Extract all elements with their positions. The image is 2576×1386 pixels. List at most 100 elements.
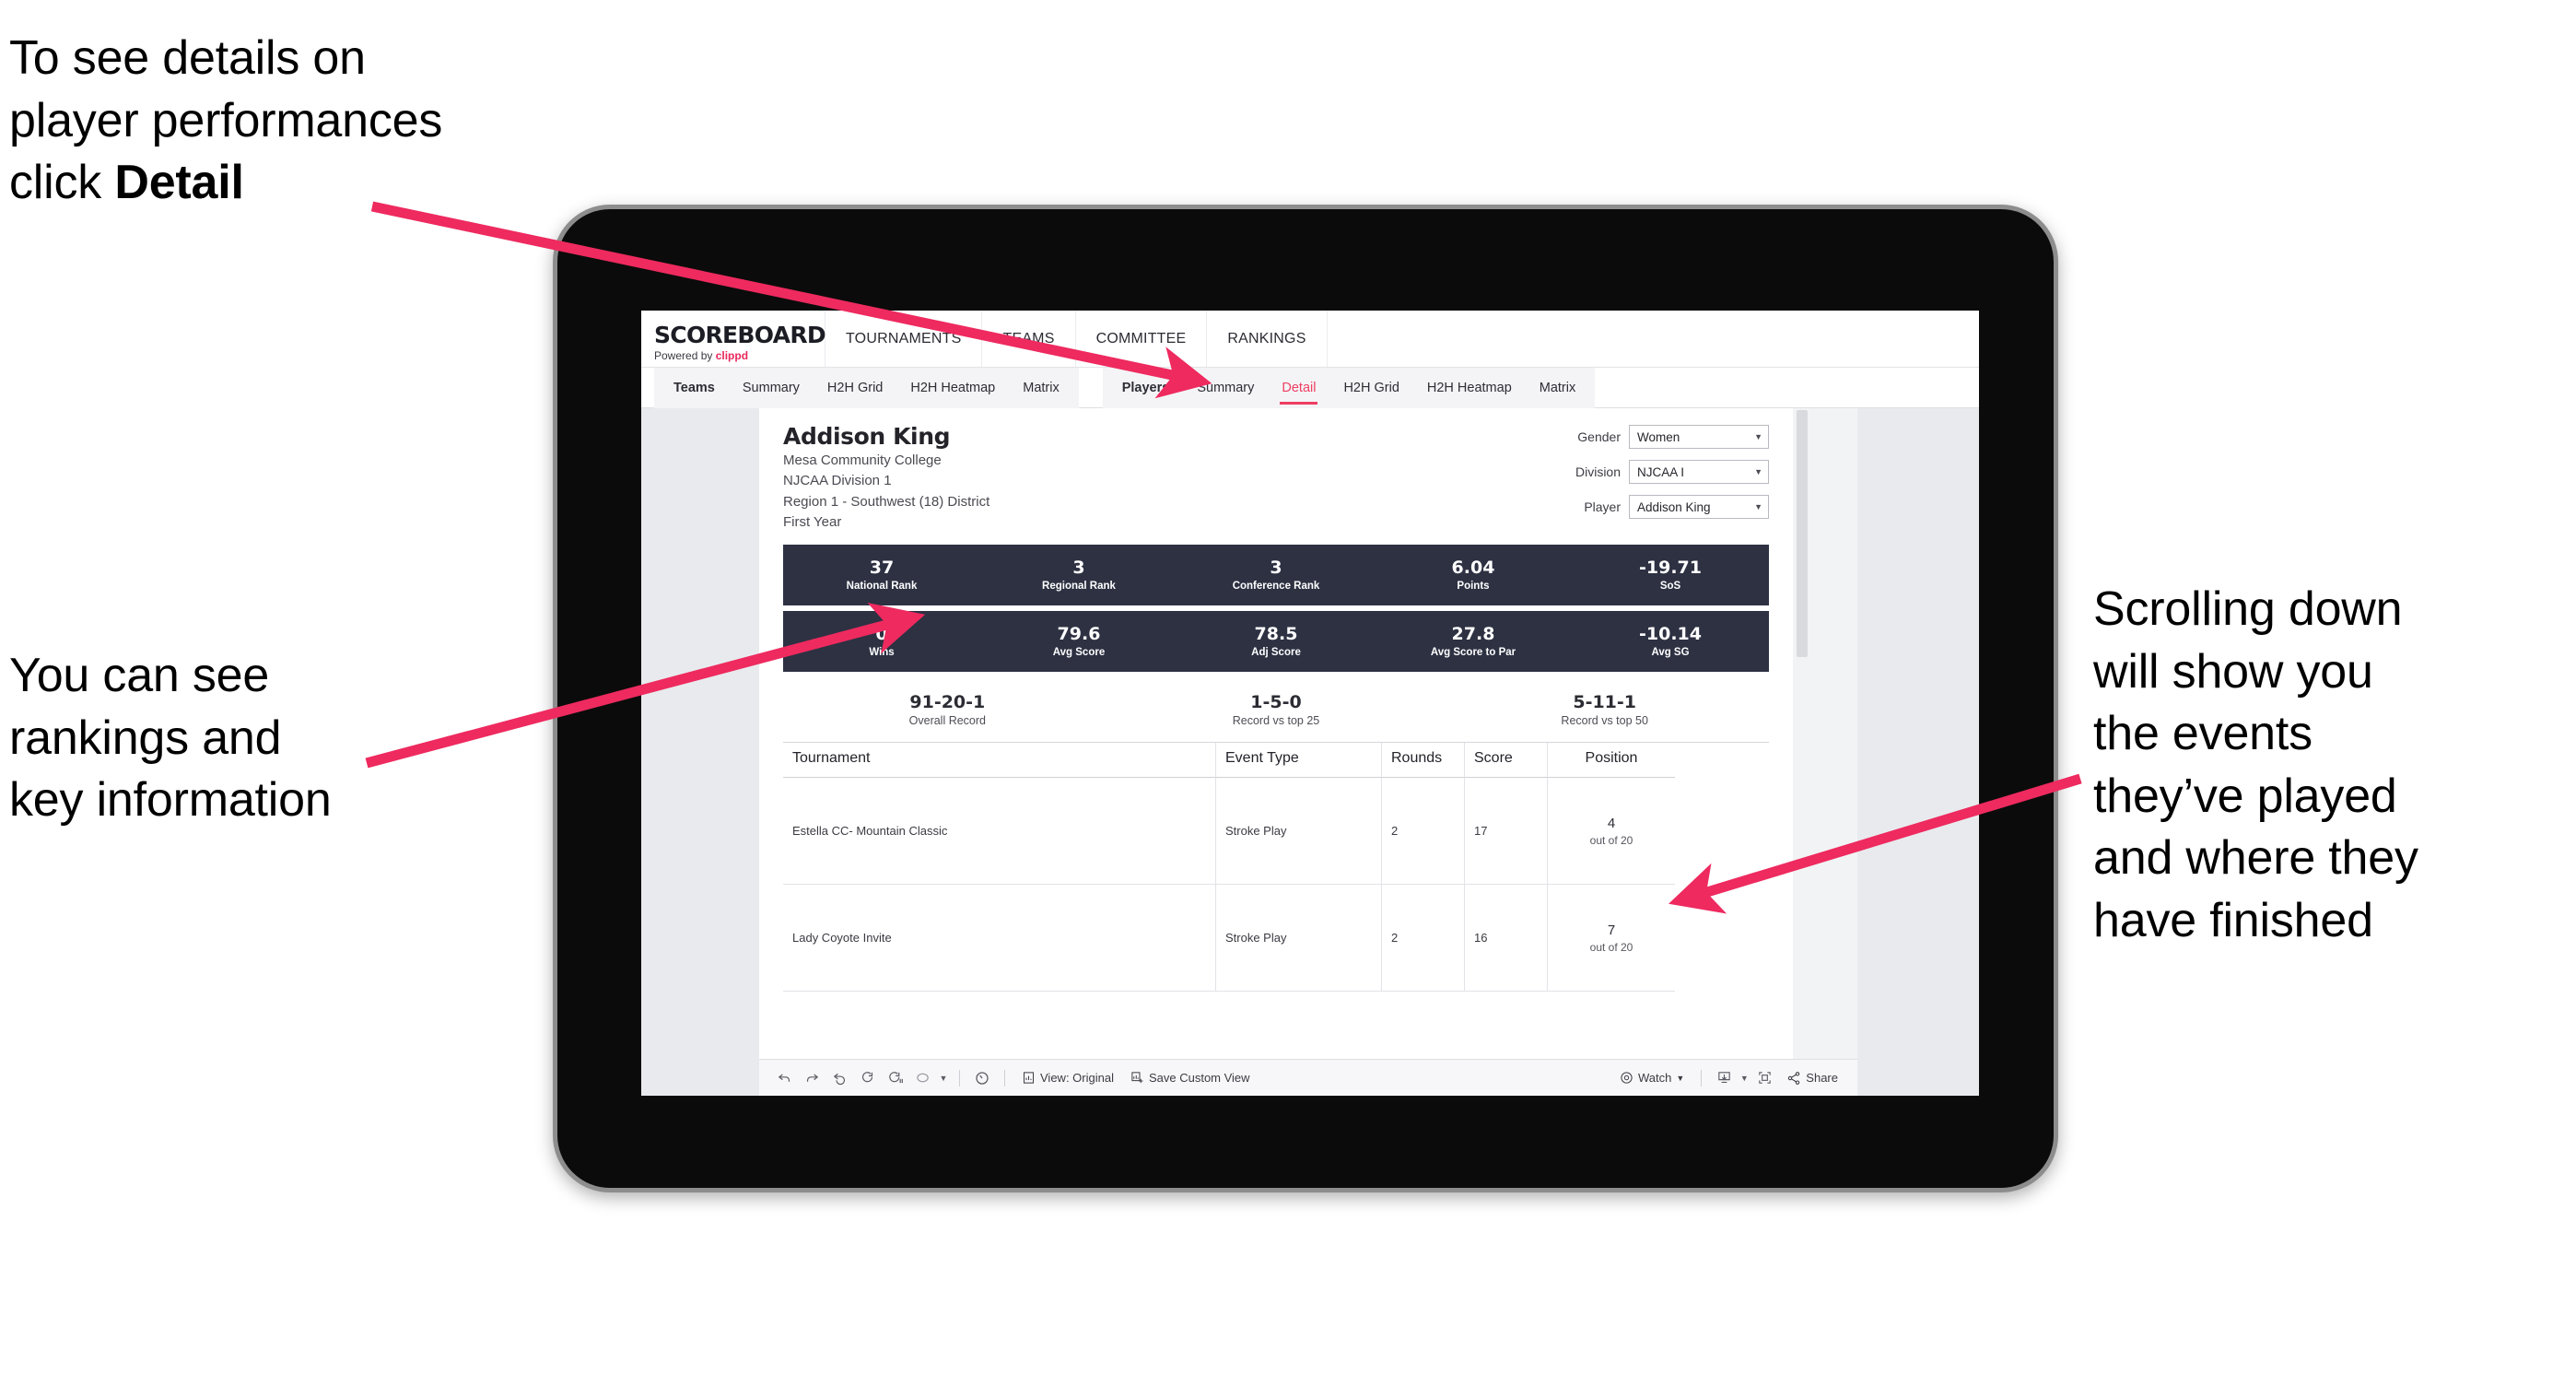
tab-teams-summary[interactable]: Summary — [729, 368, 814, 408]
stat-label: Wins — [869, 647, 895, 659]
annotation-line: they’ve played — [2093, 769, 2397, 823]
save-custom-view-label: Save Custom View — [1148, 1071, 1250, 1085]
share-button[interactable]: Share — [1778, 1066, 1846, 1090]
table-row[interactable]: Lady Coyote Invite Stroke Play 2 16 7 ou… — [783, 885, 1769, 993]
view-original-button[interactable]: View: Original — [1013, 1066, 1122, 1090]
stat-label: Regional Rank — [1042, 581, 1116, 593]
division-select[interactable]: NJCAA I ▼ — [1629, 460, 1769, 484]
tab-group-label-teams: Teams — [673, 380, 715, 395]
scrollbar-thumb[interactable] — [1797, 410, 1808, 657]
cell-tournament: Lady Coyote Invite — [783, 885, 1216, 993]
player-select[interactable]: Addison King ▼ — [1629, 495, 1769, 519]
tab-teams-h2h-heatmap[interactable]: H2H Heatmap — [896, 368, 1009, 408]
annotation-line: rankings and — [9, 711, 282, 765]
revert-icon[interactable] — [825, 1066, 853, 1090]
chevron-down-icon: ▼ — [1754, 502, 1762, 511]
column-header-position: Position — [1548, 743, 1675, 779]
annotation-line: and where they — [2093, 831, 2418, 886]
redo-icon[interactable] — [798, 1066, 825, 1090]
position-subtext: out of 20 — [1589, 833, 1633, 847]
vertical-scrollbar[interactable] — [1793, 408, 1809, 1096]
nav-item-committee[interactable]: COMMITTEE — [1076, 311, 1208, 367]
tournament-results-table: Tournament Event Type Rounds Score Posit… — [783, 742, 1769, 993]
stat-adj-score: 78.5 Adj Score — [1177, 624, 1375, 658]
gender-select-value: Women — [1637, 429, 1680, 444]
pause-refresh-icon[interactable] — [881, 1066, 908, 1090]
tab-group-label-players: Players — [1121, 380, 1170, 395]
tab-players-summary[interactable]: Summary — [1183, 368, 1268, 408]
annotation-scroll-info: Scrolling down will show you the events … — [2093, 579, 2554, 953]
stat-value: 6.04 — [1451, 558, 1495, 579]
annotation-line: click Detail — [9, 152, 617, 215]
player-region: Region 1 - Southwest (18) District — [783, 493, 990, 510]
tablet-device-frame: SCOREBOARD Powered by clippd TOURNAMENTS… — [553, 205, 2058, 1192]
filter-row-gender: Gender Women ▼ — [1575, 425, 1769, 449]
tab-players-h2h-grid[interactable]: H2H Grid — [1329, 368, 1412, 408]
record-summary-row: 91-20-1 Overall Record 1-5-0 Record vs t… — [783, 687, 1769, 738]
pan-mode-chevron-icon[interactable]: ▼ — [936, 1066, 951, 1090]
download-chevron-icon[interactable]: ▼ — [1738, 1066, 1751, 1090]
pan-mode-icon[interactable] — [908, 1066, 936, 1090]
stat-value: 78.5 — [1254, 624, 1298, 645]
refresh-icon[interactable] — [853, 1066, 881, 1090]
record-label: Record vs top 50 — [1561, 714, 1648, 728]
gender-select[interactable]: Women ▼ — [1629, 425, 1769, 449]
stat-points: 6.04 Points — [1375, 558, 1572, 592]
table-row[interactable]: Estella CC- Mountain Classic Stroke Play… — [783, 778, 1769, 886]
cell-tournament: Estella CC- Mountain Classic — [783, 778, 1216, 886]
dashboard-area: Addison King Mesa Community College NJCA… — [641, 408, 1979, 1096]
nav-item-teams[interactable]: TEAMS — [982, 311, 1076, 367]
watch-icon — [1621, 1072, 1633, 1084]
position-value: 7 — [1607, 922, 1616, 938]
stat-value: 3 — [1270, 558, 1282, 579]
app-logo: SCOREBOARD Powered by clippd — [641, 311, 826, 367]
record-value: 1-5-0 — [1250, 692, 1302, 713]
tablet-screen: SCOREBOARD Powered by clippd TOURNAMENTS… — [641, 311, 1979, 1096]
tab-players-matrix[interactable]: Matrix — [1526, 368, 1589, 408]
fullscreen-icon[interactable] — [1751, 1066, 1778, 1090]
watch-label: Watch — [1638, 1071, 1672, 1085]
stat-label: Points — [1457, 581, 1490, 593]
tab-players-h2h-heatmap[interactable]: H2H Heatmap — [1413, 368, 1526, 408]
record-value: 91-20-1 — [909, 692, 986, 713]
brand-title: SCOREBOARD — [654, 321, 826, 348]
tab-teams-matrix[interactable]: Matrix — [1009, 368, 1072, 408]
stat-label: National Rank — [846, 581, 918, 593]
highlight-icon[interactable] — [968, 1066, 996, 1090]
stat-avg-sg: -10.14 Avg SG — [1572, 624, 1769, 658]
nav-item-rankings[interactable]: RANKINGS — [1207, 311, 1328, 367]
record-overall: 91-20-1 Overall Record — [783, 692, 1112, 727]
filter-label-gender: Gender — [1577, 429, 1621, 444]
column-header-score: Score — [1465, 743, 1548, 779]
toolbar-divider — [1701, 1069, 1703, 1086]
view-original-label: View: Original — [1040, 1071, 1114, 1085]
tab-bar: Teams Summary H2H Grid H2H Heatmap Matri… — [641, 367, 1979, 408]
tab-players-detail[interactable]: Detail — [1268, 368, 1329, 408]
save-custom-view-button[interactable]: Save Custom View — [1122, 1066, 1259, 1090]
stat-value: 37 — [869, 558, 895, 579]
view-icon — [1024, 1072, 1034, 1084]
annotation-rankings-info: You can see rankings and key information — [9, 645, 488, 832]
dashboard-right-padding — [1857, 408, 1979, 1096]
column-header-tournament: Tournament — [783, 743, 1216, 779]
tab-teams-h2h-grid[interactable]: H2H Grid — [814, 368, 896, 408]
cell-event-type: Stroke Play — [1216, 885, 1382, 993]
record-label: Overall Record — [908, 714, 987, 728]
annotation-line-bold: Detail — [114, 156, 244, 210]
undo-icon[interactable] — [770, 1066, 798, 1090]
player-year: First Year — [783, 513, 842, 530]
download-icon[interactable] — [1710, 1066, 1738, 1090]
nav-item-tournaments[interactable]: TOURNAMENTS — [825, 311, 983, 367]
stat-value: 0 — [875, 624, 888, 645]
annotation-line: the events — [2093, 707, 2313, 761]
player-header: Addison King Mesa Community College NJCA… — [759, 419, 1793, 532]
annotation-line: player performances — [9, 93, 443, 147]
division-select-value: NJCAA I — [1637, 464, 1685, 479]
watch-button[interactable]: Watch ▼ — [1611, 1066, 1692, 1090]
players-tab-group: Players Summary Detail H2H Grid H2H Heat… — [1102, 367, 1596, 408]
clippd-name: clippd — [715, 348, 749, 362]
brand-subtitle: Powered by clippd — [654, 349, 825, 362]
annotation-line: Scrolling down — [2093, 582, 2403, 636]
share-label: Share — [1806, 1071, 1838, 1085]
stats-band-scoring: 0 Wins 79.6 Avg Score 78.5 Adj Score 27.… — [783, 611, 1769, 673]
